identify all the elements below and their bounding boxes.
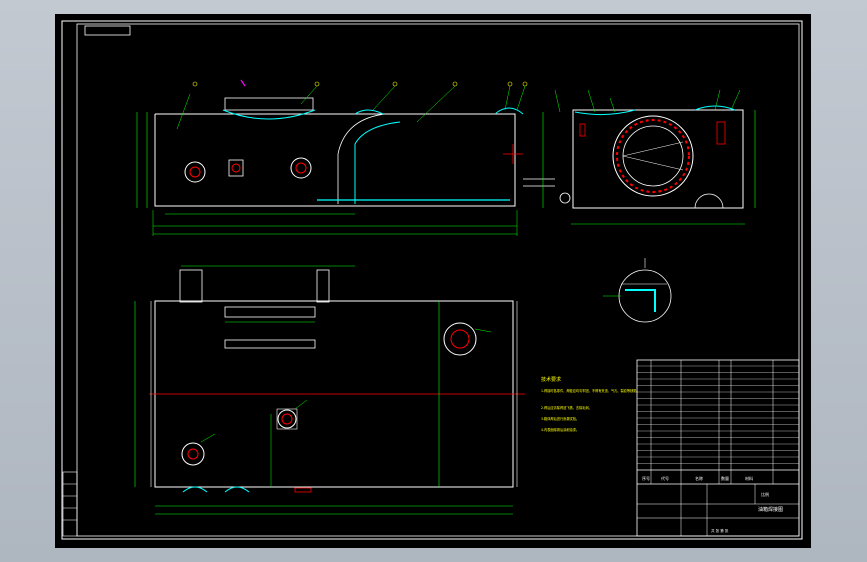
- detail-view[interactable]: [603, 258, 672, 323]
- left-title-strip: [62, 471, 78, 537]
- parts-list-rows: [637, 365, 799, 464]
- header-name: 名称: [695, 475, 703, 481]
- note-line: 2.焊后应清除焊渣飞溅，去除毛刺。: [541, 405, 592, 410]
- sheet-inner-border: [76, 23, 800, 537]
- technical-notes: 技术要求 1.焊接时各零件，焊缝应均匀牢固，不得有夹渣、气孔、裂纹等缺陷。 2.…: [541, 376, 640, 432]
- scale-label: 比例: [761, 491, 769, 497]
- header-material: 材料: [745, 475, 753, 481]
- header-qty: 数量: [721, 475, 729, 481]
- note-line: 1.焊接时各零件，焊缝应均匀牢固，不得有夹渣、气孔、裂纹等缺陷。: [541, 388, 640, 393]
- header-seq: 序号: [642, 475, 650, 481]
- top-view[interactable]: [134, 265, 525, 515]
- cad-drawing: 技术要求 1.焊接时各零件，焊缝应均匀牢固，不得有夹渣、气孔、裂纹等缺陷。 2.…: [61, 20, 803, 540]
- front-view[interactable]: [136, 79, 528, 236]
- note-line: 3.箱体焊后进行渗漏试验。: [541, 416, 579, 421]
- cad-viewport: 技术要求 1.焊接时各零件，焊缝应均匀牢固，不得有夹渣、气孔、裂纹等缺陷。 2.…: [0, 0, 867, 562]
- note-line: 4.内表面除锈后涂耐油漆。: [541, 427, 579, 432]
- drawing-title: 油箱焊接图: [758, 506, 783, 513]
- side-view[interactable]: [523, 89, 756, 225]
- sheet-outer-border: [61, 20, 803, 540]
- sheet-label: 共 张 第 张: [711, 528, 729, 533]
- drawing-canvas[interactable]: 技术要求 1.焊接时各零件，焊缝应均匀牢固，不得有夹渣、气孔、裂纹等缺陷。 2.…: [55, 14, 811, 548]
- title-block[interactable]: 序号 代号 名称 数量 材料 油箱焊接图 比例 共 张 第 张: [636, 359, 800, 537]
- header-code: 代号: [661, 475, 669, 481]
- drawing-code-box: [84, 25, 131, 36]
- notes-heading: 技术要求: [541, 376, 561, 383]
